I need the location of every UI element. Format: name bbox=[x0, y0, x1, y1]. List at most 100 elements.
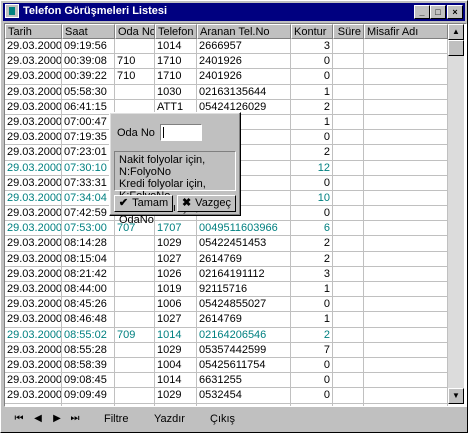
dialog-info: Nakit folyolar için, N:FolyoNo Kredi fol… bbox=[114, 151, 236, 226]
scroll-up-icon[interactable]: ▲ bbox=[448, 24, 464, 40]
first-record-icon[interactable]: ⏮ bbox=[12, 413, 26, 425]
table-row[interactable]: 29.03.2000 08:58:39 1004 05425611754 0 bbox=[5, 357, 448, 374]
prev-record-icon[interactable]: ◀ bbox=[31, 413, 45, 425]
cell-aranan: 05357442599 bbox=[197, 342, 291, 358]
table-row[interactable]: 29.03.2000 08:55:28 1029 05357442599 7 bbox=[5, 342, 448, 358]
cell-aranan: 92115716 bbox=[197, 282, 291, 298]
close-button[interactable]: × bbox=[447, 5, 463, 19]
table-row[interactable]: 29.03.2000 08:14:28 1029 05422451453 2 bbox=[5, 236, 448, 252]
footer-toolbar: ⏮ ◀ ▶ ⏭ Filtre Yazdır Çıkış bbox=[4, 407, 466, 431]
cell-sure bbox=[333, 130, 364, 146]
cell-misafir bbox=[364, 160, 448, 176]
table-row[interactable]: 29.03.2000 00:39:22 710 1710 2401926 0 bbox=[5, 69, 448, 85]
table-row[interactable]: 29.03.2000 05:58:30 1030 02163135644 1 bbox=[5, 84, 448, 100]
cell-tarih: 29.03.2000 bbox=[5, 160, 62, 176]
vertical-scrollbar[interactable]: ▲ ▼ bbox=[448, 24, 464, 404]
minimize-button[interactable]: _ bbox=[414, 5, 430, 19]
next-record-icon[interactable]: ▶ bbox=[50, 413, 64, 425]
column-header[interactable]: Süre bbox=[333, 24, 364, 39]
cell-saat: 08:15:04 bbox=[62, 251, 115, 267]
cell-tarih: 29.03.2000 bbox=[5, 114, 62, 131]
cell-misafir bbox=[364, 266, 448, 282]
column-header[interactable]: Kontur bbox=[291, 24, 333, 39]
column-header[interactable]: Saat bbox=[62, 24, 115, 39]
cell-tarih: 29.03.2000 bbox=[5, 69, 62, 85]
cancel-icon: ✖ bbox=[181, 197, 192, 209]
cell-saat: 08:46:48 bbox=[62, 312, 115, 328]
cell-oda bbox=[115, 373, 155, 389]
table-row[interactable]: 29.03.2000 09:08:45 1014 6631255 0 bbox=[5, 373, 448, 389]
ok-button[interactable]: ✔ Tamam bbox=[114, 195, 173, 212]
cell-saat: 07:33:31 bbox=[62, 175, 115, 191]
cell-kontur: 2 bbox=[291, 99, 333, 115]
cell-oda bbox=[115, 84, 155, 100]
table-row[interactable]: 29.03.2000 08:44:00 1019 92115716 1 bbox=[5, 282, 448, 298]
cell-tarih: 29.03.2000 bbox=[5, 236, 62, 252]
cell-kontur: 7 bbox=[291, 342, 333, 358]
cell-saat: 09:09:49 bbox=[62, 388, 115, 404]
scroll-down-icon[interactable]: ▼ bbox=[448, 388, 464, 404]
cell-aranan: 05424855027 bbox=[197, 297, 291, 313]
cell-sure bbox=[333, 236, 364, 252]
cell-tarih: 29.03.2000 bbox=[5, 282, 62, 298]
column-header[interactable]: Aranan Tel.No bbox=[197, 24, 291, 39]
cell-telefon: 1027 bbox=[155, 251, 197, 267]
cell-tarih: 29.03.2000 bbox=[5, 327, 62, 343]
cell-saat: 07:23:01 bbox=[62, 145, 115, 161]
cell-kontur: 0 bbox=[291, 373, 333, 389]
cell-saat: 09:19:56 bbox=[62, 39, 115, 55]
cell-kontur: 2 bbox=[291, 145, 333, 161]
cell-misafir bbox=[364, 236, 448, 252]
cell-aranan: 02164206546 bbox=[197, 327, 291, 343]
print-button[interactable]: Yazdır bbox=[154, 413, 185, 425]
table-row[interactable]: 29.03.2000 08:46:48 1027 2614769 1 bbox=[5, 312, 448, 328]
cell-tarih: 29.03.2000 bbox=[5, 190, 62, 207]
cell-saat: 05:58:30 bbox=[62, 84, 115, 100]
column-header[interactable]: Tarih bbox=[5, 24, 62, 39]
title-bar[interactable]: Telefon Görüşmeleri Listesi _ □ × bbox=[3, 3, 465, 21]
cell-telefon: 1710 bbox=[155, 69, 197, 85]
cell-misafir bbox=[364, 190, 448, 207]
table-row[interactable]: 29.03.2000 08:45:26 1006 05424855027 0 bbox=[5, 297, 448, 313]
cell-sure bbox=[333, 39, 364, 55]
table-row[interactable]: 29.03.2000 08:15:04 1027 2614769 2 bbox=[5, 251, 448, 267]
main-window: Telefon Görüşmeleri Listesi _ □ × Tarih S… bbox=[0, 0, 468, 433]
cell-misafir bbox=[364, 39, 448, 55]
last-record-icon[interactable]: ⏭ bbox=[68, 413, 82, 425]
table-row[interactable]: 29.03.2000 09:09:49 1029 0532454 0 bbox=[5, 388, 448, 404]
cell-sure bbox=[333, 160, 364, 176]
cancel-button[interactable]: ✖ Vazgeç bbox=[177, 195, 236, 212]
cell-sure bbox=[333, 342, 364, 358]
room-no-label: Oda No bbox=[117, 127, 155, 139]
cell-sure bbox=[333, 69, 364, 85]
cell-misafir bbox=[364, 84, 448, 100]
cell-kontur: 1 bbox=[291, 312, 333, 328]
cell-telefon: 1029 bbox=[155, 342, 197, 358]
cell-tarih: 29.03.2000 bbox=[5, 84, 62, 100]
filter-button[interactable]: Filtre bbox=[104, 413, 128, 425]
table-row[interactable]: 29.03.2000 09:19:56 1014 2666957 3 bbox=[5, 39, 448, 55]
cell-saat: 08:58:39 bbox=[62, 357, 115, 374]
cell-saat: 07:53:00 bbox=[62, 221, 115, 237]
table-row[interactable]: 29.03.2000 00:39:08 710 1710 2401926 0 bbox=[5, 54, 448, 70]
cell-misafir bbox=[364, 206, 448, 222]
cell-saat: 07:30:10 bbox=[62, 160, 115, 176]
cell-oda bbox=[115, 388, 155, 404]
scroll-thumb[interactable] bbox=[448, 40, 464, 56]
column-header[interactable]: Misafir Adı bbox=[364, 24, 448, 39]
cell-sure bbox=[333, 84, 364, 100]
exit-button[interactable]: Çıkış bbox=[210, 413, 235, 425]
cell-sure bbox=[333, 206, 364, 222]
maximize-button[interactable]: □ bbox=[430, 5, 446, 19]
cell-telefon: 1014 bbox=[155, 327, 197, 343]
cell-misafir bbox=[364, 342, 448, 358]
table-row[interactable]: 29.03.2000 08:21:42 1026 02164191112 3 bbox=[5, 266, 448, 282]
cell-saat: 09:08:45 bbox=[62, 373, 115, 389]
cell-tarih: 29.03.2000 bbox=[5, 297, 62, 313]
room-no-input[interactable] bbox=[160, 124, 202, 141]
cell-telefon: 1710 bbox=[155, 54, 197, 70]
column-header[interactable]: Oda No bbox=[115, 24, 155, 39]
table-row[interactable]: 29.03.2000 08:55:02 709 1014 02164206546 2 bbox=[5, 327, 448, 343]
cell-sure bbox=[333, 251, 364, 267]
column-header[interactable]: Telefon bbox=[155, 24, 197, 39]
